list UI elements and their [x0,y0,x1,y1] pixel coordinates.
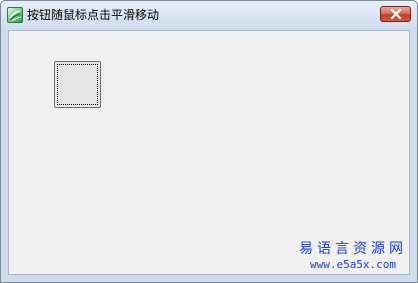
close-button[interactable] [380,6,411,22]
site-watermark: 易语言资源网 www.e5a5x.com [299,241,407,272]
app-window: 按钮随鼠标点击平滑移动 易语言资源网 www.e5a5x.com [0,0,418,283]
close-icon [390,9,402,19]
watermark-site-name: 易语言资源网 [299,241,407,257]
app-icon[interactable] [7,7,23,23]
client-area [8,30,410,275]
watermark-url: www.e5a5x.com [309,258,397,271]
title-bar[interactable]: 按钮随鼠标点击平滑移动 [1,1,417,29]
movable-button[interactable] [54,61,101,108]
window-title: 按钮随鼠标点击平滑移动 [27,8,160,22]
